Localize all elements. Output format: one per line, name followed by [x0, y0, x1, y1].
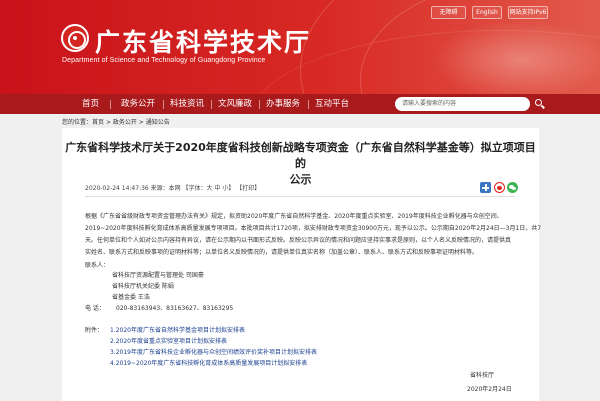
- site-logo[interactable]: [61, 24, 89, 52]
- article-title-line: 广东省科学技术厅关于2020年度省科技创新战略专项资金（广东省自然科学基金等）拟…: [65, 141, 536, 170]
- phone-numbers: 020-83163943、83163627、83163295: [116, 305, 234, 312]
- contact-item: 省科技厅机关纪委 陈娟: [112, 283, 174, 290]
- nav-divider: [110, 100, 111, 109]
- nav-item-integrity[interactable]: 文风廉政: [218, 94, 252, 114]
- attachment-link[interactable]: 4.2019~2020年度广东省科技孵化育成体系高质量发展项目计划拟安排表: [110, 359, 490, 369]
- nav-divider: [259, 100, 260, 109]
- paragraph: 天。任何单位和个人如对公示内容持有异议，请在公示期内以书面形式反映。反映公示异议…: [85, 237, 512, 244]
- weibo-icon[interactable]: [494, 182, 505, 193]
- breadcrumb-item-gov-affairs[interactable]: 政务公开: [113, 119, 137, 126]
- breadcrumb-prefix: 您的位置：: [62, 119, 93, 126]
- breadcrumb-item-home[interactable]: 首页: [92, 119, 104, 126]
- article-title: 广东省科学技术厅关于2020年度省科技创新战略专项资金（广东省自然科学基金等）拟…: [62, 140, 539, 188]
- site-subtitle: Department of Science and Technology of …: [62, 57, 266, 64]
- breadcrumb-separator: >: [136, 119, 146, 126]
- paragraph: 2019~2020年度科技孵化育成体系高质量发展专项项目。本批项目共计1720项…: [85, 225, 542, 232]
- wechat-icon[interactable]: [507, 182, 518, 193]
- nav-divider: [163, 100, 164, 109]
- paragraph: 实姓名、联系方式和反映事项的证明材料等；以单位名义反映情况的，请提供单位真实名称…: [85, 249, 479, 256]
- attachment-link[interactable]: 1.2020年度广东省自然科学基金项目计划拟安排表: [110, 326, 490, 336]
- nav-item-services[interactable]: 办事服务: [266, 94, 300, 114]
- publish-date: 2020年2月24日: [467, 386, 512, 393]
- nav-divider: [308, 100, 309, 109]
- search-input[interactable]: 请输入要搜索的内容: [395, 97, 530, 111]
- breadcrumb-item-notices[interactable]: 通知公告: [146, 119, 170, 126]
- share-plus-icon[interactable]: [480, 182, 491, 193]
- breadcrumb: 您的位置：首页 > 政务公开 > 通知公告: [62, 118, 170, 128]
- ipv6-badge[interactable]: 网站支持IPv6: [508, 6, 548, 19]
- divider: [85, 196, 515, 197]
- header-decoration: [430, 20, 600, 94]
- nav-item-gov-affairs[interactable]: 政务公开: [121, 94, 155, 114]
- site-header: 无障碍 English 网站支持IPv6 广东省科学技术厅 Department…: [0, 0, 600, 94]
- article-panel: 广东省科学技术厅关于2020年度省科技创新战略专项资金（广东省自然科学基金等）拟…: [62, 128, 542, 401]
- signature: 省科技厅: [470, 372, 495, 379]
- contact-item: 省科技厅资源配置与管理处 司国豪: [112, 272, 204, 279]
- nav-divider: [211, 100, 212, 109]
- article-meta: 2020-02-24 14:47:36 来源：本网 【字体：大 中 小】 【打印…: [85, 185, 261, 192]
- nav-item-news[interactable]: 科技资讯: [170, 94, 204, 114]
- nav-item-interaction[interactable]: 互动平台: [315, 94, 349, 114]
- nav-item-home[interactable]: 首页: [82, 94, 99, 114]
- contact-item: 省基金委 王浩: [112, 294, 150, 301]
- site-title[interactable]: 广东省科学技术厅: [95, 23, 311, 59]
- search-icon[interactable]: [533, 97, 547, 111]
- contacts-label: 联系人：: [85, 262, 110, 269]
- breadcrumb-separator: >: [104, 119, 113, 126]
- paragraph: 根据《广东省省级财政专项资金管理办法有关》规定，拟资助2020年度广东省自然科学…: [85, 213, 503, 220]
- attachment-link[interactable]: 3.2019年度广东省科技企业孵化器与众创空间绩效评价奖补项目计划拟安排表: [110, 348, 490, 358]
- attachment-link[interactable]: 2.2020年度省重点实验室项目计划拟安排表: [110, 337, 490, 347]
- accessibility-button[interactable]: 无障碍: [431, 6, 466, 19]
- english-button[interactable]: English: [472, 6, 502, 19]
